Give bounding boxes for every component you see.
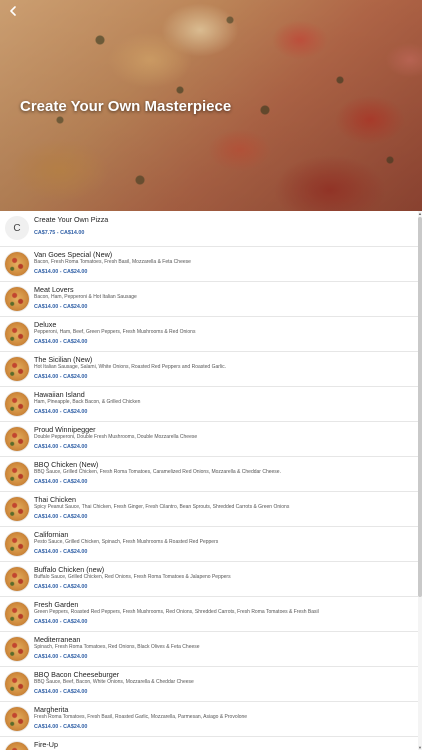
scroll-up-arrow-icon[interactable]: ▲ <box>418 211 422 216</box>
pizza-thumbnail <box>5 602 29 626</box>
item-description: Bacon, Fresh Roma Tomatoes, Fresh Basil,… <box>34 259 191 265</box>
pizza-thumbnail <box>5 742 29 750</box>
menu-item[interactable]: Buffalo Chicken (new) Buffalo Sauce, Gri… <box>0 562 418 597</box>
pizza-thumbnail <box>5 532 29 556</box>
item-price: CA$14.00 - CA$24.00 <box>34 689 88 695</box>
menu-item[interactable]: Thai Chicken Spicy Peanut Sauce, Thai Ch… <box>0 492 418 527</box>
item-price: CA$14.00 - CA$24.00 <box>34 409 88 415</box>
item-price: CA$7.75 - CA$14.00 <box>34 230 85 236</box>
item-price: CA$14.00 - CA$24.00 <box>34 584 88 590</box>
pizza-thumbnail <box>5 427 29 451</box>
item-price: CA$14.00 - CA$24.00 <box>34 654 88 660</box>
menu-item[interactable]: BBQ Chicken (New) BBQ Sauce, Grilled Chi… <box>0 457 418 492</box>
item-name: Californian <box>34 530 69 539</box>
item-name: Meat Lovers <box>34 285 74 294</box>
chevron-left-icon <box>10 6 16 16</box>
item-description: BBQ Sauce, Beef, Bacon, White Onions, Mo… <box>34 679 194 685</box>
item-price: CA$14.00 - CA$24.00 <box>34 724 88 730</box>
menu-item[interactable]: Proud Winnipegger Double Pepperoni, Doub… <box>0 422 418 457</box>
item-description: Ham, Pineapple, Back Bacon, & Grilled Ch… <box>34 399 141 405</box>
item-name: Hawaiian Island <box>34 390 85 399</box>
menu-item[interactable]: Californian Pesto Sauce, Grilled Chicken… <box>0 527 418 562</box>
item-name: Deluxe <box>34 320 57 329</box>
pizza-thumbnail <box>5 287 29 311</box>
item-name: Mediterranean <box>34 635 81 644</box>
item-name: BBQ Chicken (New) <box>34 460 99 469</box>
menu-item[interactable]: Fire-Up <box>0 737 418 750</box>
item-price: CA$14.00 - CA$24.00 <box>34 444 88 450</box>
item-description: Spicy Peanut Sauce, Thai Chicken, Fresh … <box>34 504 290 510</box>
pizza-thumbnail <box>5 462 29 486</box>
menu-item[interactable]: BBQ Bacon Cheeseburger BBQ Sauce, Beef, … <box>0 667 418 702</box>
pizza-thumbnail <box>5 672 29 696</box>
item-description: Pepperoni, Ham, Beef, Green Peppers, Fre… <box>34 329 196 335</box>
item-description: Fresh Roma Tomatoes, Fresh Basil, Roaste… <box>34 714 248 720</box>
item-name: Fresh Garden <box>34 600 79 609</box>
menu-item-create-your-own[interactable]: C Create Your Own Pizza CA$7.75 - CA$14.… <box>0 211 418 247</box>
item-name: Margherita <box>34 705 69 714</box>
item-price: CA$14.00 - CA$24.00 <box>34 514 88 520</box>
item-price: CA$14.00 - CA$24.00 <box>34 619 88 625</box>
item-description: Double Pepperoni, Double Fresh Mushrooms… <box>34 434 198 440</box>
item-name: Thai Chicken <box>34 495 76 504</box>
item-description: Hot Italian Sausage, Salami, White Onion… <box>34 364 227 370</box>
item-price: CA$14.00 - CA$24.00 <box>34 374 88 380</box>
pizza-thumbnail <box>5 707 29 731</box>
menu-item[interactable]: Deluxe Pepperoni, Ham, Beef, Green Peppe… <box>0 317 418 352</box>
menu-item[interactable]: Fresh Garden Green Peppers, Roasted Red … <box>0 597 418 632</box>
pizza-thumbnail <box>5 637 29 661</box>
item-price: CA$14.00 - CA$24.00 <box>34 549 88 555</box>
scrollbar-thumb[interactable] <box>418 217 422 597</box>
page-title: Create Your Own Masterpiece <box>20 98 232 115</box>
item-price: CA$14.00 - CA$24.00 <box>34 269 88 275</box>
back-button[interactable] <box>6 4 20 18</box>
item-name: Buffalo Chicken (new) <box>34 565 105 574</box>
item-description: BBQ Sauce, Grilled Chicken, Fresh Roma T… <box>34 469 281 475</box>
item-name: Proud Winnipegger <box>34 425 96 434</box>
menu-item[interactable]: Hawaiian Island Ham, Pineapple, Back Bac… <box>0 387 418 422</box>
item-price: CA$14.00 - CA$24.00 <box>34 304 88 310</box>
menu-item[interactable]: Margherita Fresh Roma Tomatoes, Fresh Ba… <box>0 702 418 737</box>
item-description: Spinach, Fresh Roma Tomatoes, Red Onions… <box>34 644 200 650</box>
item-name: Create Your Own Pizza <box>34 215 109 224</box>
item-name: The Sicilian (New) <box>34 355 93 364</box>
pizza-thumbnail <box>5 567 29 591</box>
item-description: Bacon, Ham, Pepperoni & Hot Italian Saus… <box>34 294 137 300</box>
menu-item[interactable]: Van Goes Special (New) Bacon, Fresh Roma… <box>0 247 418 282</box>
pizza-thumbnail <box>5 322 29 346</box>
item-description: Buffalo Sauce, Grilled Chicken, Red Onio… <box>34 574 231 580</box>
menu-item[interactable]: The Sicilian (New) Hot Italian Sausage, … <box>0 352 418 387</box>
item-description: Pesto Sauce, Grilled Chicken, Spinach, F… <box>34 539 219 545</box>
scrollbar[interactable]: ▲ ▼ <box>418 211 422 750</box>
pizza-thumbnail <box>5 252 29 276</box>
item-avatar-letter: C <box>5 216 29 240</box>
item-name: Van Goes Special (New) <box>34 250 113 259</box>
hero-banner: Create Your Own Masterpiece <box>0 0 422 211</box>
pizza-thumbnail <box>5 392 29 416</box>
menu-list: C Create Your Own Pizza CA$7.75 - CA$14.… <box>0 211 418 750</box>
item-description: Green Peppers, Roasted Red Peppers, Fres… <box>34 609 319 615</box>
item-price: CA$14.00 - CA$24.00 <box>34 479 88 485</box>
item-name: BBQ Bacon Cheeseburger <box>34 670 120 679</box>
menu-item[interactable]: Meat Lovers Bacon, Ham, Pepperoni & Hot … <box>0 282 418 317</box>
item-price: CA$14.00 - CA$24.00 <box>34 339 88 345</box>
pizza-thumbnail <box>5 357 29 381</box>
scroll-down-arrow-icon[interactable]: ▼ <box>418 745 422 750</box>
pizza-thumbnail <box>5 497 29 521</box>
item-name: Fire-Up <box>34 740 58 749</box>
menu-item[interactable]: Mediterranean Spinach, Fresh Roma Tomato… <box>0 632 418 667</box>
